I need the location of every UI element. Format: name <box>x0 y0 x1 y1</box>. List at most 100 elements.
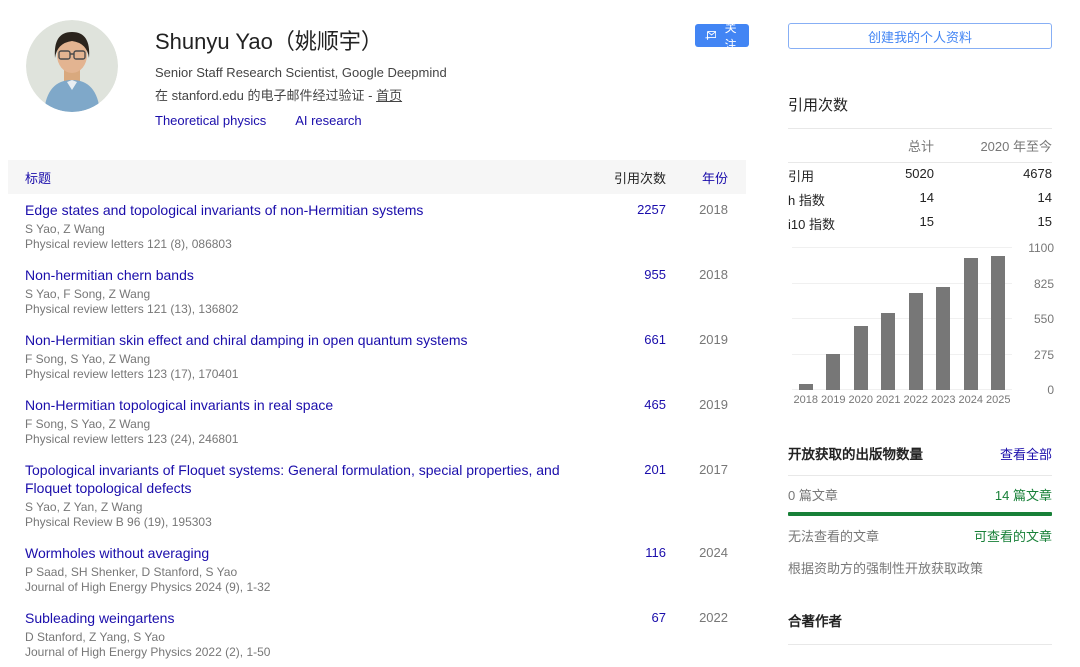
chart-bar-column <box>875 248 903 390</box>
profile-role: Senior Staff Research Scientist, Google … <box>155 65 675 80</box>
publications-table-header: 标题 引用次数 年份 <box>8 160 746 194</box>
create-profile-button[interactable]: 创建我的个人资料 <box>788 23 1052 49</box>
chart-x-tick-label: 2021 <box>875 394 903 406</box>
publication-title-link[interactable]: Topological invariants of Floquet system… <box>25 461 570 497</box>
chart-bar-column <box>985 248 1013 390</box>
sort-by-title-link[interactable]: 标题 <box>25 168 586 187</box>
publication-year: 2019 <box>666 331 728 349</box>
interest-link-ai-research[interactable]: AI research <box>295 113 361 128</box>
stats-value-since: 14 <box>934 190 1052 209</box>
cited-by-count-link[interactable]: 116 <box>645 545 666 560</box>
publication-year: 2022 <box>666 609 728 627</box>
stats-column-since-2020: 2020 年至今 <box>934 136 1052 155</box>
chart-y-tick-label: 275 <box>1034 348 1054 362</box>
follow-button-label: 关注 <box>722 19 739 53</box>
publication-row: Edge states and topological invariants o… <box>8 194 746 259</box>
open-access-header: 开放获取的出版物数量 查看全部 <box>788 443 1052 463</box>
chart-bar-2024[interactable] <box>964 258 978 390</box>
available-label-link[interactable]: 可查看的文章 <box>974 526 1052 545</box>
homepage-link[interactable]: 首页 <box>376 88 402 103</box>
cited-by-section: 引用次数 总计 2020 年至今 引用 5020 4678 h 指数 14 14… <box>788 94 1052 235</box>
stats-value-since: 15 <box>934 214 1052 233</box>
cited-by-count-link[interactable]: 67 <box>652 610 666 625</box>
chart-bar-2023[interactable] <box>936 287 950 390</box>
open-access-section: 开放获取的出版物数量 查看全部 0 篇文章 14 篇文章 无法查看的文章 可查看… <box>788 443 1052 577</box>
chart-y-tick-label: 0 <box>1047 383 1054 397</box>
citation-stats-header: 总计 2020 年至今 <box>788 128 1052 163</box>
stats-row-i10-index: i10 指数 15 15 <box>788 211 1052 235</box>
publication-authors: D Stanford, Z Yang, S Yao <box>25 630 572 645</box>
stats-column-all: 总计 <box>854 136 934 155</box>
available-count-link[interactable]: 14 篇文章 <box>995 485 1052 504</box>
interest-link-theoretical-physics[interactable]: Theoretical physics <box>155 113 266 128</box>
publication-cited-by-cell: 67 <box>586 609 666 627</box>
chart-y-tick-label: 1100 <box>1028 241 1054 255</box>
chart-x-tick-label: 2019 <box>820 394 848 406</box>
stats-value-all: 5020 <box>854 166 934 185</box>
publication-year: 2019 <box>666 396 728 414</box>
publication-venue: Physical Review B 96 (19), 195303 <box>25 515 572 530</box>
publication-row: Topological invariants of Floquet system… <box>8 454 746 537</box>
stats-value-all: 14 <box>854 190 934 209</box>
cited-by-count-link[interactable]: 465 <box>644 397 666 412</box>
open-access-labels: 无法查看的文章 可查看的文章 <box>788 526 1052 545</box>
cited-by-count-link[interactable]: 201 <box>644 462 666 477</box>
publication-row: Subleading weingartens D Stanford, Z Yan… <box>8 602 746 667</box>
chart-bar-2025[interactable] <box>991 256 1005 390</box>
publication-authors: F Song, S Yao, Z Wang <box>25 352 572 367</box>
research-interests: Theoretical physics AI research <box>155 113 675 128</box>
publication-venue: Physical review letters 123 (17), 170401 <box>25 367 572 382</box>
cited-by-count-link[interactable]: 661 <box>644 332 666 347</box>
follow-button[interactable]: 关注 <box>695 24 749 47</box>
cited-by-count-link[interactable]: 2257 <box>637 202 666 217</box>
chart-y-tick-label: 825 <box>1034 277 1054 291</box>
view-all-link[interactable]: 查看全部 <box>1000 444 1052 463</box>
publication-cited-by-cell: 465 <box>586 396 666 414</box>
publication-venue: Journal of High Energy Physics 2024 (9),… <box>25 580 572 595</box>
publication-year: 2017 <box>666 461 728 479</box>
chart-x-tick-label: 2023 <box>930 394 958 406</box>
open-access-heading: 开放获取的出版物数量 <box>788 443 923 463</box>
chart-x-tick-label: 2018 <box>792 394 820 406</box>
unavailable-count: 0 篇文章 <box>788 485 838 504</box>
verified-email-line: 在 stanford.edu 的电子邮件经过验证 - 首页 <box>155 85 675 104</box>
profile-photo-image <box>26 20 118 112</box>
publication-row: Non-hermitian chern bands S Yao, F Song,… <box>8 259 746 324</box>
publication-title-link[interactable]: Wormholes without averaging <box>25 544 209 562</box>
publication-title-link[interactable]: Subleading weingartens <box>25 609 174 627</box>
publication-year: 2024 <box>666 544 728 562</box>
cited-by-count-link[interactable]: 955 <box>644 267 666 282</box>
publication-cited-by-cell: 116 <box>586 544 666 562</box>
publication-venue: Journal of High Energy Physics 2022 (2),… <box>25 645 572 660</box>
chart-bar-2019[interactable] <box>826 354 840 390</box>
publication-title-link[interactable]: Edge states and topological invariants o… <box>25 201 423 219</box>
publication-info: Edge states and topological invariants o… <box>25 201 586 252</box>
chart-bar-2018[interactable] <box>799 384 813 390</box>
chart-x-tick-label: 2022 <box>902 394 930 406</box>
verified-email-text: 在 stanford.edu 的电子邮件经过验证 - <box>155 88 376 103</box>
profile-photo <box>26 20 118 112</box>
publication-cited-by-cell: 955 <box>586 266 666 284</box>
chart-x-labels: 20182019202020212022202320242025 <box>792 394 1012 406</box>
citations-chart: 20182019202020212022202320242025 0275550… <box>792 240 1054 408</box>
publication-authors: S Yao, F Song, Z Wang <box>25 287 572 302</box>
publication-title-link[interactable]: Non-hermitian chern bands <box>25 266 194 284</box>
chart-bar-column <box>930 248 958 390</box>
chart-bar-column <box>820 248 848 390</box>
chart-bar-2022[interactable] <box>909 293 923 390</box>
chart-bar-2020[interactable] <box>854 326 868 390</box>
publication-cited-by-cell: 2257 <box>586 201 666 219</box>
publication-title-link[interactable]: Non-Hermitian topological invariants in … <box>25 396 333 414</box>
sort-by-year-link[interactable]: 年份 <box>666 168 728 187</box>
profile-info: Shunyu Yao（姚顺宇） Senior Staff Research Sc… <box>155 24 675 128</box>
stats-row-citations: 引用 5020 4678 <box>788 163 1052 187</box>
publication-info: Non-Hermitian topological invariants in … <box>25 396 586 447</box>
publications-table: 标题 引用次数 年份 Edge states and topological i… <box>8 160 746 667</box>
stats-label: i10 指数 <box>788 214 854 233</box>
coauthors-heading: 合著作者 <box>788 614 842 629</box>
chart-bar-2021[interactable] <box>881 313 895 390</box>
publication-authors: F Song, S Yao, Z Wang <box>25 417 572 432</box>
profile-name: Shunyu Yao（姚顺宇） <box>155 24 675 56</box>
cited-by-heading: 引用次数 <box>788 94 1052 115</box>
publication-title-link[interactable]: Non-Hermitian skin effect and chiral dam… <box>25 331 468 349</box>
